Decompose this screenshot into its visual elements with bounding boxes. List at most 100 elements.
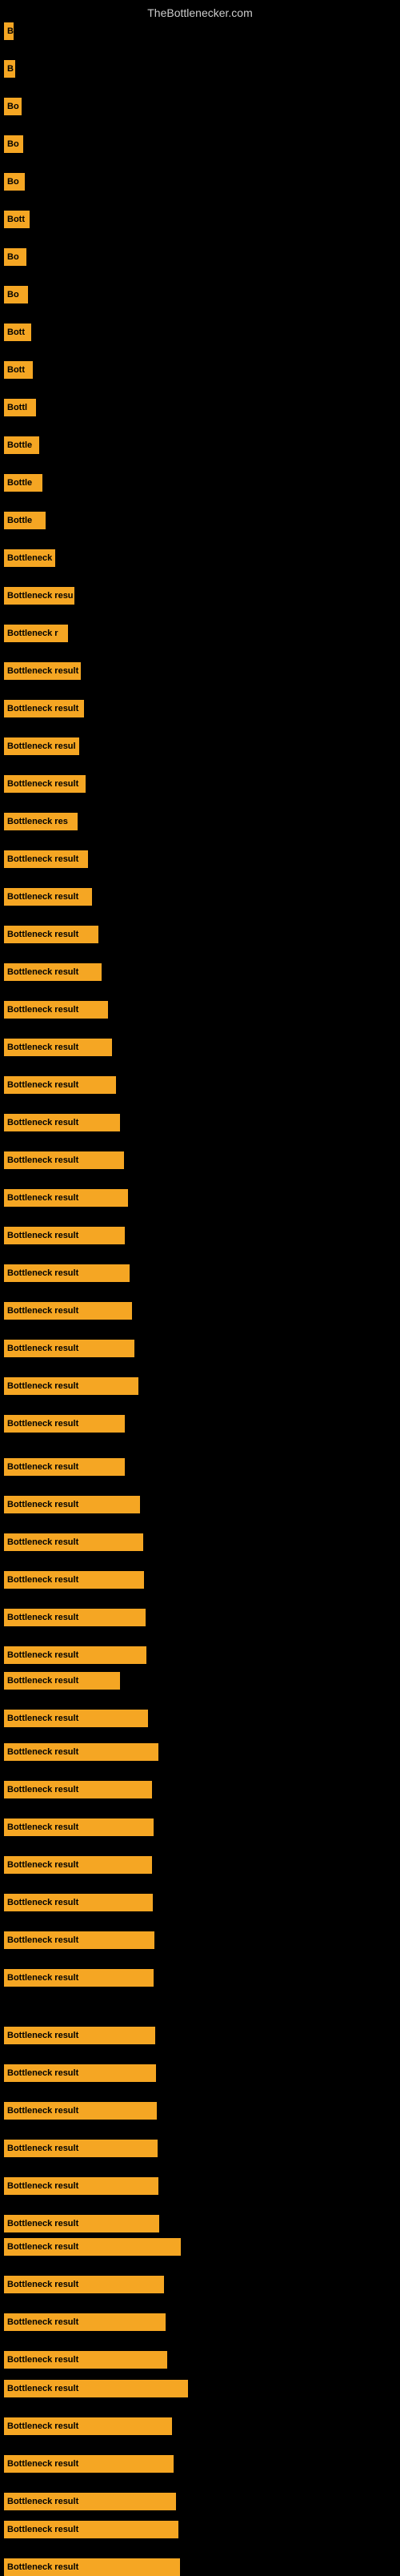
bar-label: Bottleneck result [4, 963, 102, 981]
bar-row: Bottleneck res [4, 813, 78, 830]
bar-label: Bottleneck result [4, 2215, 159, 2232]
bar-label: Bottleneck result [4, 1894, 153, 1911]
bar-label: Bottleneck result [4, 1114, 120, 1131]
bar-row: Bottleneck result [4, 1818, 154, 1836]
bar-label: Bottleneck result [4, 2238, 181, 2256]
bar-row: Bottle [4, 436, 39, 454]
bar-row: Bott [4, 211, 30, 228]
bar-label: Bottl [4, 399, 36, 416]
bar-label: Bottleneck result [4, 1969, 154, 1987]
bar-row: Bottleneck result [4, 1743, 158, 1761]
bar-row: Bottleneck result [4, 662, 81, 680]
bar-row: Bottleneck result [4, 2215, 159, 2232]
bar-row: Bo [4, 173, 25, 191]
bar-row: Bottleneck result [4, 1931, 154, 1949]
bar-label: Bottleneck result [4, 2276, 164, 2293]
bar-label: Bottleneck result [4, 1458, 125, 1476]
bar-label: Bottleneck result [4, 1151, 124, 1169]
bar-label: Bottleneck result [4, 1710, 148, 1727]
bar-row: Bottle [4, 512, 46, 529]
bar-label: Bottleneck result [4, 1856, 152, 1874]
bar-label: Bottleneck result [4, 1377, 138, 1395]
bar-label: Bottleneck result [4, 850, 88, 868]
bar-row: Bottleneck result [4, 2064, 156, 2082]
bar-row: Bottleneck r [4, 625, 68, 642]
bar-label: Bottleneck result [4, 1533, 143, 1551]
bar-label: Bottleneck result [4, 2064, 156, 2082]
bar-row: Bottleneck result [4, 2455, 174, 2473]
bar-row: B [4, 22, 14, 40]
bar-label: Bottleneck result [4, 2102, 157, 2120]
bar-label: Bottleneck result [4, 2558, 180, 2576]
bar-label: Bottle [4, 512, 46, 529]
bar-row: Bo [4, 286, 28, 303]
bar-label: Bo [4, 173, 25, 191]
bar-label: Bottleneck result [4, 1189, 128, 1207]
bar-row: Bottleneck result [4, 926, 98, 943]
bar-label: Bottleneck result [4, 1340, 134, 1357]
bar-row: Bottleneck result [4, 1151, 124, 1169]
bar-label: Bottleneck result [4, 2455, 174, 2473]
bar-label: Bottleneck result [4, 2027, 155, 2044]
bar-row: Bottleneck result [4, 2558, 180, 2576]
bar-row: Bottleneck resul [4, 737, 79, 755]
bar-row: Bottleneck result [4, 1189, 128, 1207]
bar-row: Bott [4, 324, 31, 341]
bar-row: Bottleneck result [4, 888, 92, 906]
bar-label: Bottleneck result [4, 1646, 146, 1664]
bar-label: Bottleneck result [4, 775, 86, 793]
bar-label: Bottleneck result [4, 1496, 140, 1513]
bar-row: Bottleneck result [4, 2238, 181, 2256]
bar-row: Bottleneck result [4, 1571, 144, 1589]
bar-label: Bottleneck result [4, 1076, 116, 1094]
bar-label: Bott [4, 324, 31, 341]
bar-row: Bottleneck result [4, 2276, 164, 2293]
bar-label: Bottleneck r [4, 625, 68, 642]
bar-label: Bottleneck [4, 549, 55, 567]
bar-row: Bott [4, 361, 33, 379]
bar-row: Bottleneck result [4, 1496, 140, 1513]
bar-label: Bottleneck result [4, 1931, 154, 1949]
bar-row: Bo [4, 135, 23, 153]
bar-row: Bottleneck result [4, 1856, 152, 1874]
bar-label: Bottleneck result [4, 1609, 146, 1626]
bar-label: Bott [4, 361, 33, 379]
bar-label: Bottleneck result [4, 2380, 188, 2397]
bar-row: Bottleneck result [4, 1710, 148, 1727]
bar-label: Bottleneck result [4, 2493, 176, 2510]
bar-row: Bottleneck result [4, 1302, 132, 1320]
bar-label: Bottleneck result [4, 1415, 125, 1433]
bar-label: Bottleneck result [4, 662, 81, 680]
bar-row: Bottleneck result [4, 700, 84, 717]
bar-label: Bottleneck result [4, 888, 92, 906]
bar-label: Bottleneck result [4, 700, 84, 717]
bar-label: Bottleneck resu [4, 587, 74, 605]
bar-row: B [4, 60, 15, 78]
bar-label: Bottleneck result [4, 2417, 172, 2435]
bar-row: Bottleneck result [4, 850, 88, 868]
bar-label: Bottleneck result [4, 1672, 120, 1690]
bar-row: Bottleneck result [4, 1609, 146, 1626]
bar-row: Bottleneck result [4, 1377, 138, 1395]
bar-label: Bottle [4, 474, 42, 492]
bar-row: Bottl [4, 399, 36, 416]
bar-row: Bo [4, 248, 26, 266]
bar-label: Bottleneck result [4, 1743, 158, 1761]
bar-label: Bottle [4, 436, 39, 454]
bar-row: Bottleneck result [4, 2417, 172, 2435]
bar-row: Bottleneck result [4, 775, 86, 793]
bar-row: Bottleneck result [4, 2493, 176, 2510]
bar-row: Bottleneck result [4, 1114, 120, 1131]
bar-label: Bottleneck res [4, 813, 78, 830]
bar-row: Bottleneck result [4, 2351, 167, 2369]
bar-label: Bott [4, 211, 30, 228]
bar-row: Bottleneck result [4, 1039, 112, 1056]
bar-label: Bottleneck result [4, 1818, 154, 1836]
bar-label: Bottleneck result [4, 926, 98, 943]
bar-row: Bottleneck result [4, 2102, 157, 2120]
bar-label: Bo [4, 286, 28, 303]
bar-row: Bottleneck result [4, 1264, 130, 1282]
bar-row: Bottleneck result [4, 2027, 155, 2044]
bar-row: Bottleneck result [4, 1969, 154, 1987]
bar-row: Bottleneck result [4, 1458, 125, 1476]
